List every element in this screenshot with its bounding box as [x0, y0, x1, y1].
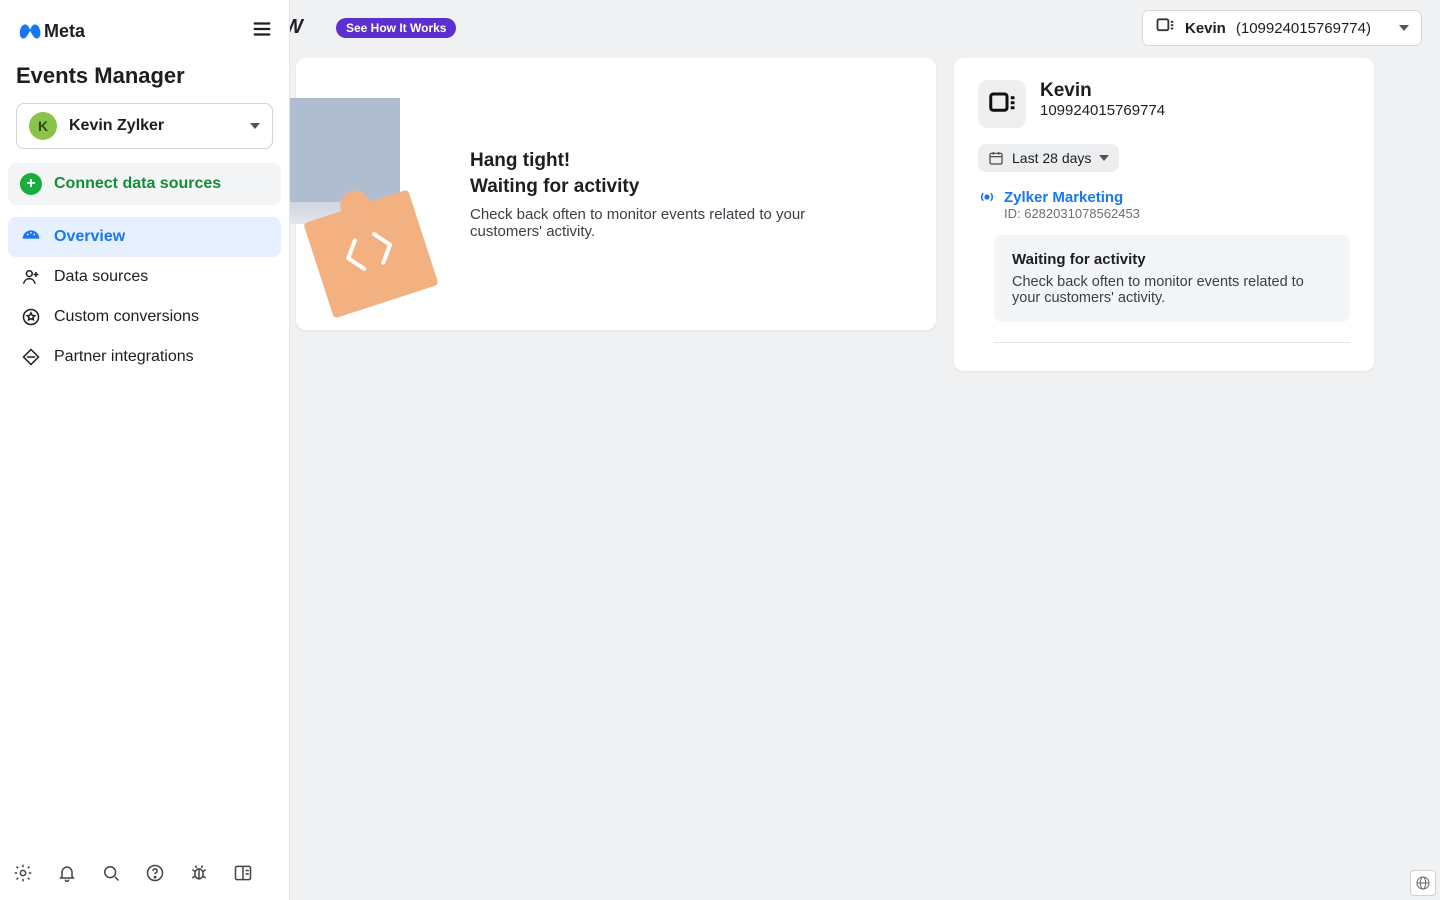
waiting-title: Waiting for activity: [1012, 251, 1332, 268]
main-content: Hang tight! Waiting for activity Check b…: [290, 56, 1440, 900]
bell-icon: [57, 863, 77, 883]
sidebar-item-label: Connect data sources: [54, 175, 221, 193]
star-circle-icon: [20, 307, 42, 327]
meta-logo-text: Meta: [44, 21, 85, 42]
diamond-icon: [20, 347, 42, 367]
sidebar-item-label: Data sources: [54, 268, 148, 286]
ad-account-link[interactable]: Zylker Marketing: [978, 188, 1350, 206]
code-icon: [333, 218, 406, 284]
sidebar: Meta Events Manager K Kevin Zylker + Con…: [0, 0, 290, 900]
pixel-icon: [1155, 16, 1175, 40]
pixel-card-icon: [978, 80, 1026, 128]
date-range-label: Last 28 days: [1012, 150, 1091, 166]
bug-icon: [189, 863, 209, 883]
account-name: Kevin Zylker: [69, 117, 238, 135]
page-title: Events Manager: [16, 63, 273, 89]
waiting-body: Check back often to monitor events relat…: [1012, 274, 1332, 306]
help-button[interactable]: [142, 860, 168, 886]
sidebar-item-custom-conversions[interactable]: Custom conversions: [8, 297, 281, 337]
notifications-button[interactable]: [54, 860, 80, 886]
settings-button[interactable]: [10, 860, 36, 886]
pixel-id: 109924015769774: [1040, 102, 1165, 119]
empty-state-illustration: [270, 84, 440, 304]
ad-account-id: ID: 6282031078562453: [1004, 206, 1350, 221]
language-button[interactable]: [1410, 870, 1436, 896]
gauge-icon: [20, 227, 42, 247]
sidebar-item-data-sources[interactable]: Data sources: [8, 257, 281, 297]
sidebar-footer: [0, 850, 289, 900]
caret-down-icon: [1399, 25, 1409, 31]
sidebar-item-overview[interactable]: Overview: [8, 217, 281, 257]
sidebar-item-label: Partner integrations: [54, 348, 194, 366]
pixel-selector-name: Kevin: [1185, 20, 1226, 37]
pixel-selector-id: (109924015769774): [1236, 20, 1371, 37]
account-selector[interactable]: K Kevin Zylker: [16, 103, 273, 149]
waiting-callout: Waiting for activity Check back often to…: [994, 235, 1350, 322]
plus-circle-icon: +: [20, 173, 42, 195]
menu-toggle-button[interactable]: [251, 18, 273, 45]
activity-empty-card: Hang tight! Waiting for activity Check b…: [296, 58, 936, 330]
calendar-icon: [988, 150, 1004, 166]
report-bug-button[interactable]: [186, 860, 212, 886]
search-button[interactable]: [98, 860, 124, 886]
sidebar-item-label: Custom conversions: [54, 308, 199, 326]
sidebar-item-label: Overview: [54, 228, 125, 246]
see-how-it-works-pill[interactable]: See How It Works: [336, 18, 456, 38]
search-icon: [101, 863, 121, 883]
panel-icon: [233, 863, 253, 883]
help-circle-icon: [145, 863, 165, 883]
caret-down-icon: [1099, 155, 1109, 161]
pixel-name: Kevin: [1040, 80, 1165, 102]
empty-state-body: Check back often to monitor events relat…: [470, 206, 850, 240]
globe-icon: [1415, 875, 1431, 891]
connect-data-sources-button[interactable]: + Connect data sources: [8, 163, 281, 205]
avatar: K: [29, 112, 57, 140]
hamburger-icon: [251, 18, 273, 40]
meta-logo-icon: [16, 19, 42, 45]
gear-icon: [13, 863, 33, 883]
caret-down-icon: [250, 123, 260, 129]
divider: [994, 342, 1350, 343]
meta-logo[interactable]: Meta: [16, 19, 85, 45]
pixel-icon: [987, 89, 1017, 119]
pixel-panel: Kevin 109924015769774 Last 28 days Zylke…: [954, 58, 1374, 371]
pixel-selector-dropdown[interactable]: Kevin (109924015769774): [1142, 10, 1422, 46]
sidebar-item-partner-integrations[interactable]: Partner integrations: [8, 337, 281, 377]
empty-state-title-1: Hang tight!: [470, 148, 850, 174]
broadcast-icon: [978, 188, 996, 206]
panel-toggle-button[interactable]: [230, 860, 256, 886]
ad-account-name: Zylker Marketing: [1004, 189, 1123, 206]
person-plus-icon: [20, 267, 42, 287]
empty-state-title-2: Waiting for activity: [470, 174, 850, 200]
date-range-selector[interactable]: Last 28 days: [978, 144, 1119, 172]
